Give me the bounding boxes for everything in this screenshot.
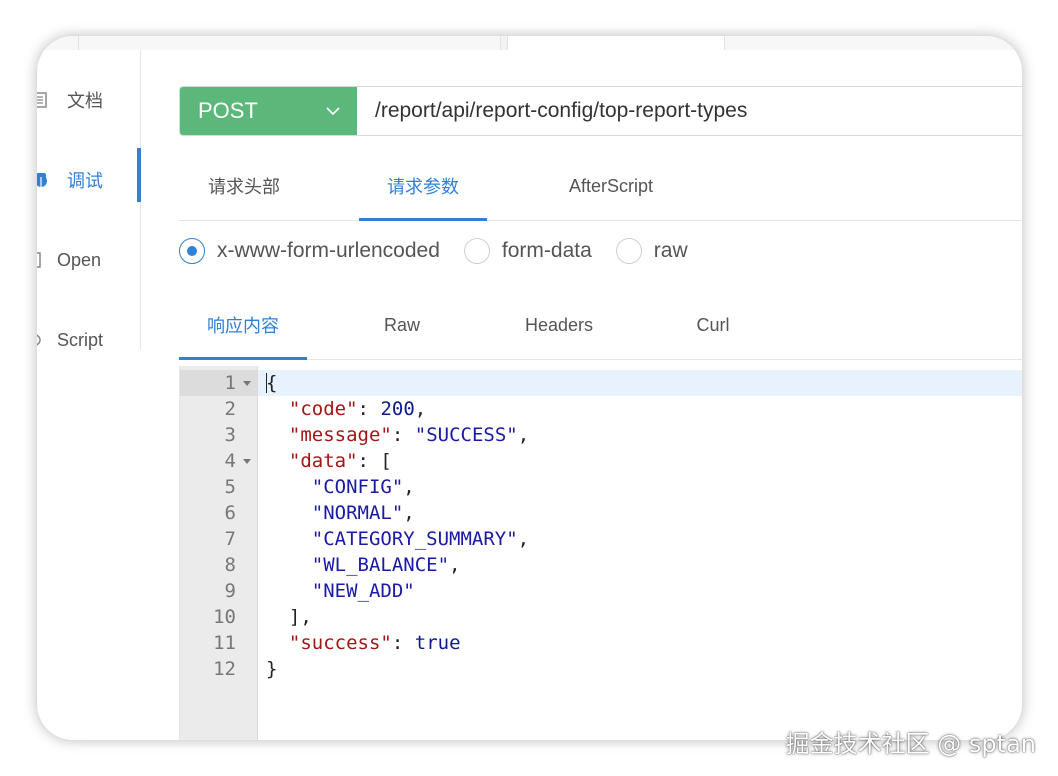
line-number: 10	[213, 606, 236, 628]
request-bar: POST	[179, 86, 1022, 136]
line-number: 7	[224, 528, 236, 550]
radio-urlencoded[interactable]: x-www-form-urlencoded	[179, 238, 440, 264]
tab-curl[interactable]: Curl	[679, 290, 747, 360]
tab-label: AfterScript	[568, 175, 654, 196]
tab-label: 请求头部	[208, 177, 280, 197]
code-line: 10 ],	[180, 604, 1022, 630]
line-number: 11	[213, 632, 236, 654]
tab-label: 响应内容	[207, 316, 279, 336]
watermark: 掘金技术社区 @ sptan	[785, 730, 1036, 758]
code-text: }	[266, 658, 278, 680]
sidebar-item-docs[interactable]: 文档	[37, 80, 141, 120]
radio-label: raw	[653, 239, 688, 262]
tab-label: Raw	[383, 314, 420, 335]
tab-request-params[interactable]: 请求参数	[359, 151, 487, 221]
radio-label: x-www-form-urlencoded	[217, 239, 440, 262]
code-text: "success": true	[288, 632, 461, 654]
text-cursor	[266, 373, 267, 393]
code-line: 2 "code": 200,	[180, 396, 1022, 422]
sidebar: 文档 调试 Open Script	[37, 50, 141, 350]
tab-label: Curl	[696, 314, 730, 335]
line-number: 2	[224, 398, 236, 420]
top-tab[interactable]	[37, 36, 79, 50]
tab-response-content[interactable]: 响应内容	[179, 290, 307, 360]
active-tab-underline	[179, 357, 307, 360]
sidebar-item-label: 文档	[67, 91, 103, 111]
line-number: 5	[224, 476, 236, 498]
gear-icon	[37, 334, 41, 346]
top-tab[interactable]	[79, 36, 501, 50]
code-line: 9 "NEW_ADD"	[180, 578, 1022, 604]
bug-icon	[37, 173, 47, 187]
active-tab-underline	[359, 218, 487, 221]
line-number: 3	[224, 424, 236, 446]
file-icon	[37, 252, 41, 268]
code-line: 7 "CATEGORY_SUMMARY",	[180, 526, 1022, 552]
sidebar-item-label: 调试	[67, 171, 103, 191]
tab-raw[interactable]: Raw	[369, 290, 435, 360]
code-text: "data": [	[288, 450, 392, 472]
code-text: "CONFIG",	[311, 476, 415, 498]
line-number: 8	[224, 554, 236, 576]
radio-label: form-data	[501, 239, 592, 262]
sidebar-item-script[interactable]: Script	[37, 320, 141, 360]
sidebar-item-open[interactable]: Open	[37, 240, 141, 280]
sidebar-item-label: Open	[57, 249, 102, 270]
radio-button[interactable]	[615, 238, 642, 264]
tab-label: 请求参数	[387, 177, 459, 197]
tab-headers[interactable]: Headers	[509, 290, 609, 360]
line-number: 9	[224, 580, 236, 602]
top-tab-strip	[37, 36, 1022, 50]
sidebar-active-indicator	[137, 148, 141, 202]
chevron-down-icon	[326, 107, 340, 116]
method-select[interactable]: POST	[180, 87, 357, 135]
radio-button[interactable]	[179, 238, 205, 264]
code-line: 8 "WL_BALANCE",	[180, 552, 1022, 578]
document-icon	[37, 92, 47, 108]
response-editor[interactable]: 1{2 "code": 200, 3 "message": "SUCCESS", 4…	[179, 366, 1022, 740]
radio-form-data[interactable]: form-data	[463, 238, 592, 264]
code-text: "WL_BALANCE",	[311, 554, 461, 576]
code-line: 3 "message": "SUCCESS",	[180, 422, 1022, 448]
line-number: 6	[224, 502, 236, 524]
radio-raw[interactable]: raw	[615, 238, 688, 264]
sidebar-item-debug[interactable]: 调试	[37, 160, 141, 200]
code-line: 6 "NORMAL",	[180, 500, 1022, 526]
top-tab-active[interactable]	[507, 36, 725, 50]
code-text: "CATEGORY_SUMMARY",	[311, 528, 530, 550]
code-text: "NEW_ADD"	[311, 580, 415, 602]
line-number: 12	[213, 658, 236, 680]
code-text: "message": "SUCCESS",	[288, 424, 530, 446]
code-line: 1{	[180, 370, 1022, 396]
radio-button[interactable]	[463, 238, 490, 264]
tab-afterscript[interactable]: AfterScript	[544, 151, 678, 221]
code-text: "code": 200,	[288, 398, 427, 420]
method-label: POST	[198, 98, 258, 123]
fold-caret-icon[interactable]	[243, 381, 251, 386]
request-tabs: 请求头部 请求参数 AfterScript	[179, 151, 1022, 221]
top-tab[interactable]	[725, 36, 1022, 50]
code-text: "NORMAL",	[311, 502, 415, 524]
code-line: 5 "CONFIG",	[180, 474, 1022, 500]
response-tabs: 响应内容 Raw Headers Curl	[179, 290, 1022, 360]
code-line: 12}	[180, 656, 1022, 682]
app-window: 文档 调试 Open Script POST /report/api/repor…	[37, 36, 1022, 740]
fold-caret-icon[interactable]	[243, 459, 251, 464]
tab-label: Headers	[524, 314, 594, 335]
code-line: 11 "success": true	[180, 630, 1022, 656]
sidebar-item-label: Script	[57, 329, 104, 350]
code-text: ],	[266, 606, 312, 628]
tab-request-headers[interactable]: 请求头部	[179, 151, 309, 221]
code-line: 4 "data": [	[180, 448, 1022, 474]
code-text: {	[266, 372, 278, 394]
url-input[interactable]	[357, 87, 1022, 135]
body-type-group: x-www-form-urlencoded form-data raw	[179, 233, 712, 269]
